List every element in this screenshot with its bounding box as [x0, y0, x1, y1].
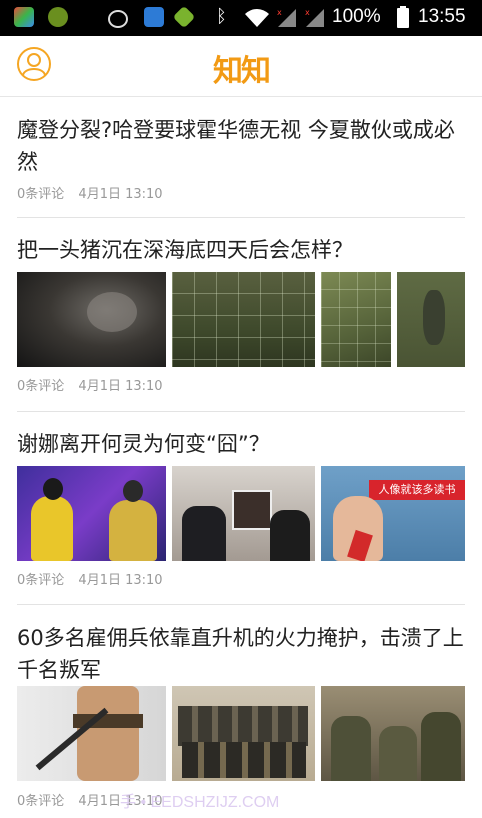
poster-caption: 人像就该多读书: [369, 480, 465, 500]
article-meta: 0条评论 4月1日 13:10: [17, 569, 173, 588]
svg-text:x: x: [277, 8, 282, 17]
divider: [17, 604, 465, 605]
battery-tip: [400, 6, 406, 9]
thumbnail-image[interactable]: [17, 272, 166, 367]
app-notification-icon: [172, 5, 196, 29]
article-title[interactable]: 谢娜离开何灵为何变“囧”？: [17, 428, 465, 460]
thumbnail-image[interactable]: [321, 272, 391, 367]
signal-icon: x: [277, 8, 296, 27]
status-bar: ᛒ x x 100% 13:55: [0, 0, 482, 36]
svg-text:x: x: [305, 8, 310, 17]
comment-count: 0条评论: [17, 379, 65, 394]
article-card[interactable]: 谢娜离开何灵为何变“囧”？ 人像就该多读书 0条评论 4月1日 13:10: [17, 428, 465, 593]
article-card[interactable]: 魔登分裂?哈登要球霍华德无视 今夏散伙或成必然 0条评论 4月1日 13:10: [17, 114, 465, 209]
cat-face-icon: [108, 10, 128, 28]
thumbnail-image[interactable]: [17, 686, 166, 781]
divider: [17, 411, 465, 412]
article-meta: 0条评论 4月1日 13:10: [17, 375, 173, 394]
article-title[interactable]: 把一头猪沉在深海底四天后会怎样？: [17, 234, 465, 266]
thumbnail-image[interactable]: 人像就该多读书: [321, 466, 465, 561]
app-notification-icon: [144, 7, 164, 27]
thumbnail-strip: [17, 272, 465, 367]
thumbnail-image[interactable]: [321, 686, 465, 781]
article-card[interactable]: 把一头猪沉在深海底四天后会怎样？ 0条评论 4月1日 13:10: [17, 234, 465, 399]
thumbnail-image[interactable]: [172, 466, 315, 561]
thumbnail-strip: [17, 686, 465, 781]
article-title[interactable]: 魔登分裂?哈登要球霍华德无视 今夏散伙或成必然: [17, 114, 465, 178]
app-notification-icon: [14, 7, 34, 27]
article-date: 4月1日 13:10: [78, 573, 163, 588]
thumbnail-image[interactable]: [397, 272, 465, 367]
app-header: 知知: [0, 36, 482, 97]
watermark: 手 • EEDSHZIJZ.COM: [120, 794, 280, 811]
battery-percentage: 100%: [332, 6, 381, 27]
article-date: 4月1日 13:10: [78, 379, 163, 394]
app-notification-icon: [48, 7, 68, 27]
article-meta: 0条评论 4月1日 13:10: [17, 183, 173, 202]
thumbnail-image[interactable]: [17, 466, 166, 561]
wifi-icon: [245, 9, 269, 27]
clock: 13:55: [418, 6, 466, 27]
article-card[interactable]: 60多名雇佣兵依靠直升机的火力掩护，击溃了上千名叛军 0条评论 4月1日 13:…: [17, 622, 465, 812]
battery-icon: [397, 8, 409, 28]
signal-icon: x: [305, 8, 324, 27]
thumbnail-image[interactable]: [172, 272, 315, 367]
comment-count: 0条评论: [17, 573, 65, 588]
article-date: 4月1日 13:10: [78, 187, 163, 202]
divider: [17, 217, 465, 218]
thumbnail-strip: 人像就该多读书: [17, 466, 465, 561]
app-logo: 知知: [213, 54, 271, 89]
bluetooth-icon: ᛒ: [216, 6, 227, 26]
thumbnail-image[interactable]: [172, 686, 315, 781]
article-title[interactable]: 60多名雇佣兵依靠直升机的火力掩护，击溃了上千名叛军: [17, 622, 465, 686]
comment-count: 0条评论: [17, 794, 65, 809]
comment-count: 0条评论: [17, 187, 65, 202]
